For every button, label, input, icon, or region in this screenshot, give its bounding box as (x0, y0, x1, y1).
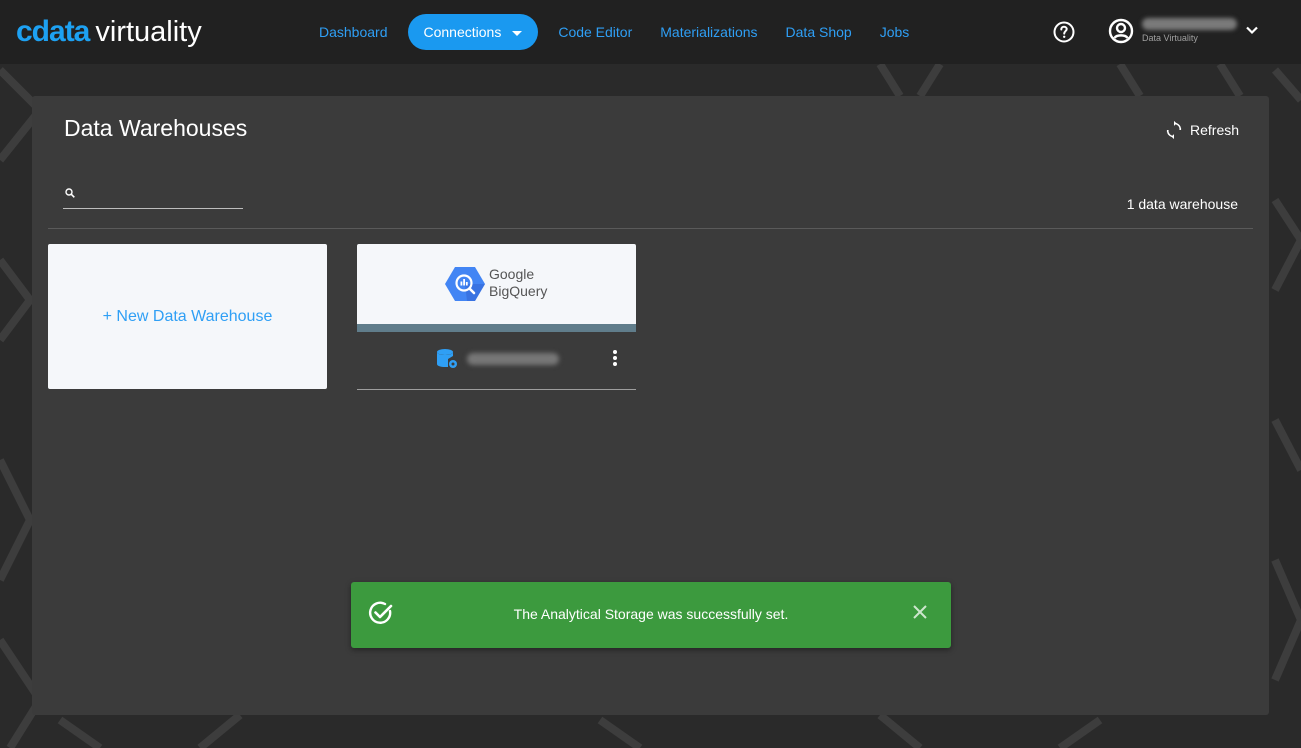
refresh-label: Refresh (1190, 122, 1240, 138)
close-icon[interactable] (912, 604, 928, 620)
help-icon[interactable] (1052, 20, 1076, 44)
toast-message: The Analytical Storage was successfully … (513, 606, 789, 622)
search-input[interactable] (81, 184, 243, 208)
data-warehouse-card[interactable]: Google BigQuery (357, 244, 636, 390)
nav-connections-label: Connections (423, 24, 502, 40)
more-vert-icon[interactable] (607, 348, 623, 368)
user-org: Data Virtuality (1142, 33, 1198, 43)
caret-down-icon (512, 30, 523, 36)
new-data-warehouse-card[interactable]: + New Data Warehouse (48, 244, 327, 389)
refresh-button[interactable]: Refresh (1164, 118, 1239, 142)
app-logo[interactable]: cdata virtuality (16, 14, 202, 50)
card-header: Google BigQuery (357, 244, 636, 324)
nav-dashboard[interactable]: Dashboard (305, 14, 402, 50)
top-navigation-bar: cdata virtuality Dashboard Connections C… (0, 0, 1301, 64)
logo-text: virtuality (95, 16, 202, 48)
chevron-down-icon[interactable] (1244, 22, 1260, 38)
user-name-redacted (1142, 18, 1237, 30)
nav-code-editor[interactable]: Code Editor (544, 14, 646, 50)
main-nav: Dashboard Connections Code Editor Materi… (305, 14, 923, 50)
success-toast: The Analytical Storage was successfully … (351, 582, 951, 648)
search-field[interactable] (63, 184, 243, 209)
check-circle-icon (368, 601, 393, 624)
nav-data-shop[interactable]: Data Shop (772, 14, 866, 50)
database-settings-icon (437, 349, 457, 368)
warehouse-count: 1 data warehouse (1126, 196, 1238, 212)
search-icon (65, 188, 75, 198)
vendor-name: Google BigQuery (489, 266, 547, 300)
nav-connections[interactable]: Connections (407, 14, 539, 50)
refresh-icon (1166, 120, 1182, 140)
new-data-warehouse-label: + New Data Warehouse (102, 307, 273, 325)
vendor-line2: BigQuery (489, 283, 548, 299)
card-footer (357, 332, 636, 390)
bigquery-logo-icon (445, 267, 485, 301)
page-title: Data Warehouses (64, 115, 248, 141)
divider (48, 228, 1253, 229)
card-accent-bar (357, 324, 636, 332)
vendor-line1: Google (489, 266, 535, 282)
user-avatar-icon (1108, 18, 1134, 44)
nav-jobs[interactable]: Jobs (866, 14, 924, 50)
warehouse-name-redacted (467, 353, 559, 365)
user-menu[interactable]: Data Virtuality (1108, 16, 1268, 48)
nav-materializations[interactable]: Materializations (646, 14, 771, 50)
logo-mark: cdata (16, 15, 90, 48)
